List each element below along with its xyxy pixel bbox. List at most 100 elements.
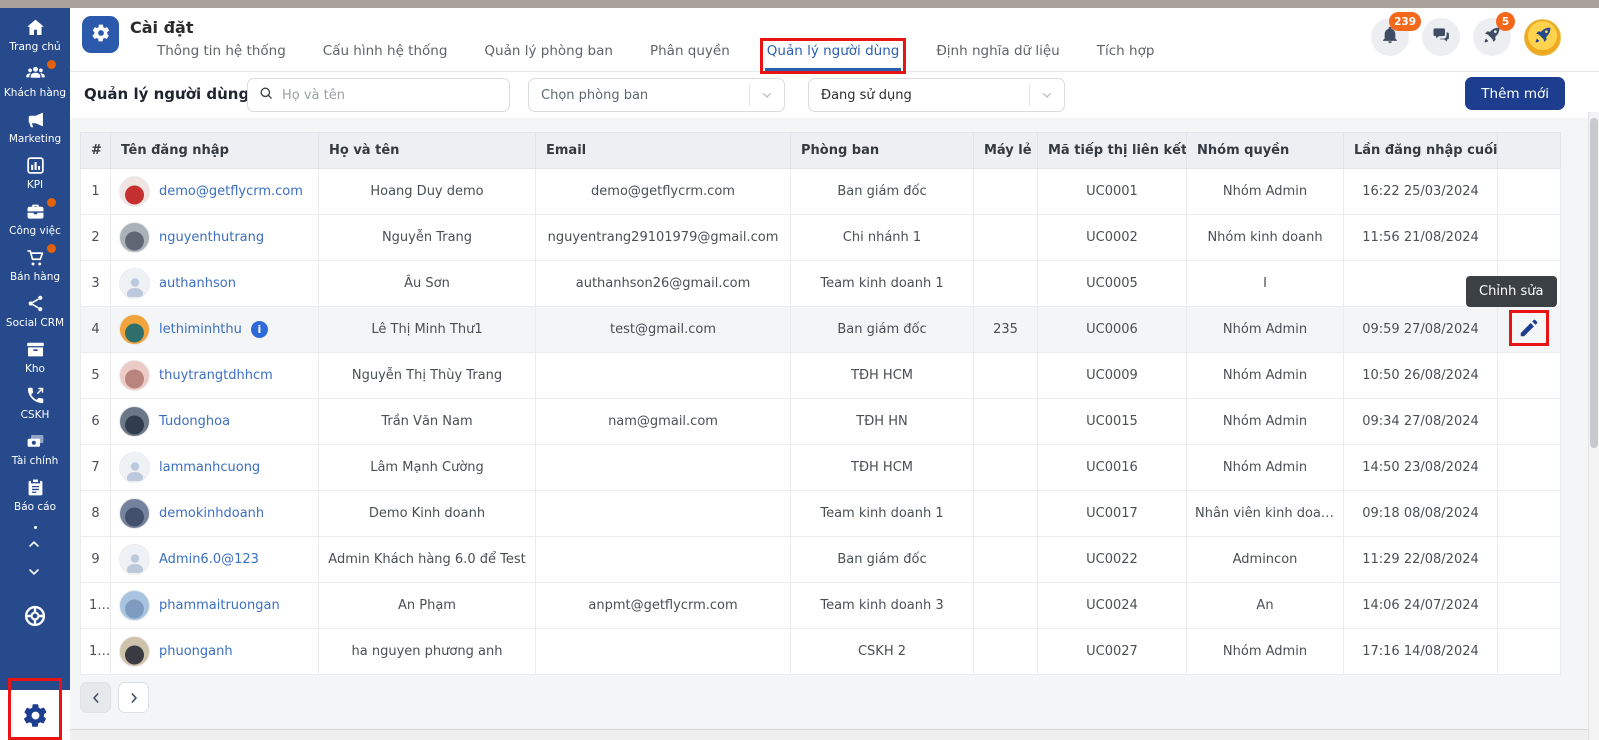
affiliate-code: UC0009	[1038, 353, 1187, 399]
updates-button[interactable]: 5	[1473, 18, 1511, 56]
gear-icon	[91, 23, 111, 47]
scroll-down-icon[interactable]	[23, 564, 47, 582]
email	[536, 491, 791, 537]
sidebar-item-label: Khách hàng	[4, 87, 66, 99]
username-link[interactable]: demokinhdoanh	[159, 506, 264, 521]
username-link[interactable]: lammanhcuong	[159, 460, 260, 475]
table-row-7: 7lammanhcuongLâm Mạnh CườngTĐH HCMUC0016…	[81, 445, 1561, 491]
tab-2[interactable]: Quản lý phòng ban	[482, 43, 615, 71]
prev-page-button[interactable]	[80, 682, 111, 713]
row-number: 5	[81, 353, 111, 399]
getfly-crm-app: Trang chủ Khách hàng Marketing KPI Công việc…	[0, 0, 1599, 740]
username-link[interactable]: phuonganh	[159, 644, 233, 659]
department: Ban giám đốc	[791, 169, 974, 215]
row-number: 9	[81, 537, 111, 583]
sidebar-item-5[interactable]: Bán hàng	[0, 246, 70, 283]
last-login: 17:16 14/08/2024	[1344, 629, 1498, 675]
role-group: Nhóm Admin	[1187, 353, 1344, 399]
department-select-value: Chọn phòng ban	[529, 88, 749, 103]
role-group: I	[1187, 261, 1344, 307]
last-login: 09:34 27/08/2024	[1344, 399, 1498, 445]
extension	[974, 629, 1038, 675]
table-row-4: 4lethiminhthuiLê Thị Minh Thư1test@gmail…	[81, 307, 1561, 353]
search-input[interactable]	[282, 88, 499, 103]
column-header: Tên đăng nhập	[111, 133, 319, 169]
search-icon	[258, 85, 274, 105]
sidebar-item-8[interactable]: CSKH	[0, 384, 70, 421]
username-link[interactable]: thuytrangtdhhcm	[159, 368, 273, 383]
messages-button[interactable]	[1422, 18, 1460, 56]
tab-4[interactable]: Quản lý người dùng	[765, 43, 902, 71]
settings-gear-icon[interactable]	[22, 702, 49, 729]
tab-5[interactable]: Định nghĩa dữ liệu	[934, 43, 1061, 71]
info-icon[interactable]: i	[251, 321, 268, 338]
row-number: 2	[81, 215, 111, 261]
username-link[interactable]: nguyenthutrang	[159, 230, 264, 245]
last-login: 10:50 26/08/2024	[1344, 353, 1498, 399]
scroll-up-icon[interactable]	[23, 536, 47, 554]
email: demo@getflycrm.com	[536, 169, 791, 215]
extension	[974, 261, 1038, 307]
table-header-row: #Tên đăng nhậpHọ và tênEmailPhòng banMáy…	[81, 133, 1561, 169]
username-link[interactable]: Tudonghoa	[159, 414, 230, 429]
sidebar-item-7[interactable]: Kho	[0, 338, 70, 375]
tab-3[interactable]: Phân quyền	[648, 43, 732, 71]
username-link[interactable]: demo@getflycrm.com	[159, 184, 303, 199]
sidebar-item-2[interactable]: Marketing	[0, 108, 70, 145]
user-avatar[interactable]	[1524, 19, 1561, 56]
sidebar-item-9[interactable]: Tài chính	[0, 430, 70, 467]
full-name: Lâm Mạnh Cường	[319, 445, 536, 491]
email: authanhson26@gmail.com	[536, 261, 791, 307]
notification-dot	[47, 198, 56, 207]
next-page-button[interactable]	[118, 682, 149, 713]
scrollbar-thumb[interactable]	[1590, 118, 1598, 448]
username-link[interactable]: lethiminhthu	[159, 322, 242, 337]
table-row-11: 11phuonganhha nguyen phương anhCSKH 2UC0…	[81, 629, 1561, 675]
page-title: Cài đặt	[130, 18, 194, 37]
notification-badge: 239	[1389, 12, 1421, 31]
tab-0[interactable]: Thông tin hệ thống	[155, 43, 288, 71]
users-table: #Tên đăng nhậpHọ và tênEmailPhòng banMáy…	[80, 132, 1561, 675]
sidebar-item-label: Kho	[25, 363, 45, 375]
sidebar-item-1[interactable]: Khách hàng	[0, 62, 70, 99]
actions-cell	[1498, 629, 1561, 675]
department-select[interactable]: Chọn phòng ban	[528, 78, 785, 112]
home-icon	[23, 16, 47, 38]
email: anpmt@getflycrm.com	[536, 583, 791, 629]
avatar	[119, 590, 150, 621]
notifications-button[interactable]: 239	[1371, 18, 1409, 56]
sidebar-item-4[interactable]: Công việc	[0, 200, 70, 237]
sidebar-item-label: Marketing	[9, 133, 61, 145]
actions-cell	[1498, 537, 1561, 583]
add-new-button[interactable]: Thêm mới	[1465, 77, 1565, 110]
avatar	[119, 314, 150, 345]
tab-1[interactable]: Cấu hình hệ thống	[321, 43, 450, 71]
status-select[interactable]: Đang sử dụng	[808, 78, 1065, 112]
pagination	[80, 682, 149, 713]
email	[536, 445, 791, 491]
sidebar-item-6[interactable]: Social CRM	[0, 292, 70, 329]
department: Chi nhánh 1	[791, 215, 974, 261]
sidebar-item-0[interactable]: Trang chủ	[0, 16, 70, 53]
table-row-9: 9Admin6.0@123Admin Khách hàng 6.0 để Tes…	[81, 537, 1561, 583]
actions-cell	[1498, 215, 1561, 261]
actions-cell	[1498, 399, 1561, 445]
username-link[interactable]: Admin6.0@123	[159, 552, 259, 567]
department: Team kinh doanh 1	[791, 491, 974, 537]
help-icon[interactable]	[22, 603, 48, 629]
rocket-avatar-icon	[1533, 25, 1553, 49]
avatar-placeholder	[119, 452, 150, 483]
tab-6[interactable]: Tích hợp	[1095, 43, 1157, 71]
edit-pencil-icon[interactable]	[1518, 317, 1540, 339]
full-name: ha nguyen phương anh	[319, 629, 536, 675]
avatar	[119, 360, 150, 391]
warehouse-icon	[23, 338, 47, 360]
megaphone-icon	[23, 108, 47, 130]
last-login: 14:06 24/07/2024	[1344, 583, 1498, 629]
affiliate-code: UC0006	[1038, 307, 1187, 353]
username-link[interactable]: phammaitruongan	[159, 598, 280, 613]
sidebar-item-10[interactable]: Báo cáo	[0, 476, 70, 513]
username-link[interactable]: authanhson	[159, 276, 236, 291]
department: TĐH HCM	[791, 353, 974, 399]
sidebar-item-3[interactable]: KPI	[0, 154, 70, 191]
